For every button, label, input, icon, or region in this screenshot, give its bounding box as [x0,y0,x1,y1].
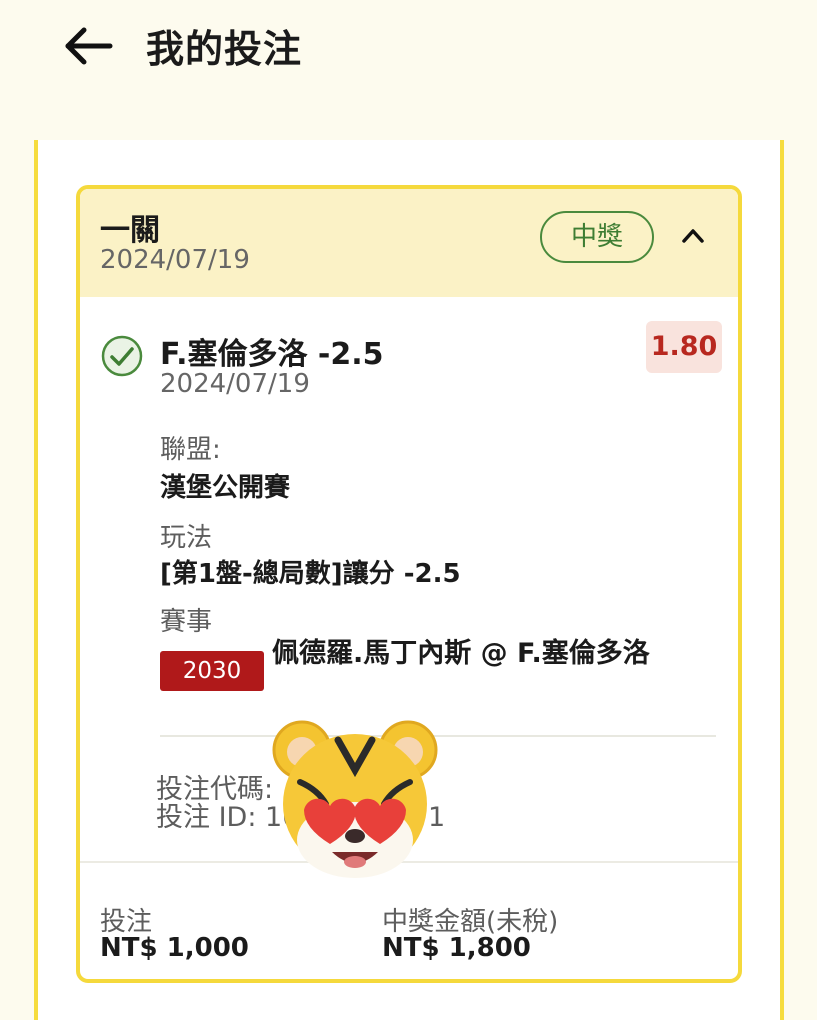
odds-badge: 1.80 [646,321,722,373]
payout-value: NT$ 1,800 [382,933,531,963]
status-badge: 中獎 [540,211,654,263]
bet-date: 2024/07/19 [100,245,250,275]
chevron-up-icon [682,229,704,243]
league-label: 聯盟: [160,435,221,465]
selection-name: F.塞倫多洛 -2.5 [160,337,384,372]
back-arrow-icon [65,27,113,65]
market-label: 玩法 [160,523,213,553]
league-value: 漢堡公開賽 [160,473,291,503]
event-label: 賽事 [160,607,213,637]
tiger-emoji-sticker [272,720,438,878]
bet-type: 一關 [100,213,160,248]
event-name: 佩德羅.馬丁內斯 @ F.塞倫多洛 [272,638,650,669]
market-value: [第1盤-總局數]讓分 -2.5 [160,559,461,589]
page-title: 我的投注 [146,27,303,71]
stake-value: NT$ 1,000 [100,933,249,963]
bet-card-header[interactable]: 一關 2024/07/19 中獎 [80,189,738,297]
check-circle-icon [101,335,143,377]
event-code-badge: 2030 [160,651,264,691]
collapse-button[interactable] [676,219,710,253]
selection-date: 2024/07/19 [160,369,310,399]
back-button[interactable] [62,22,118,70]
top-bar: 我的投注 [0,0,817,140]
